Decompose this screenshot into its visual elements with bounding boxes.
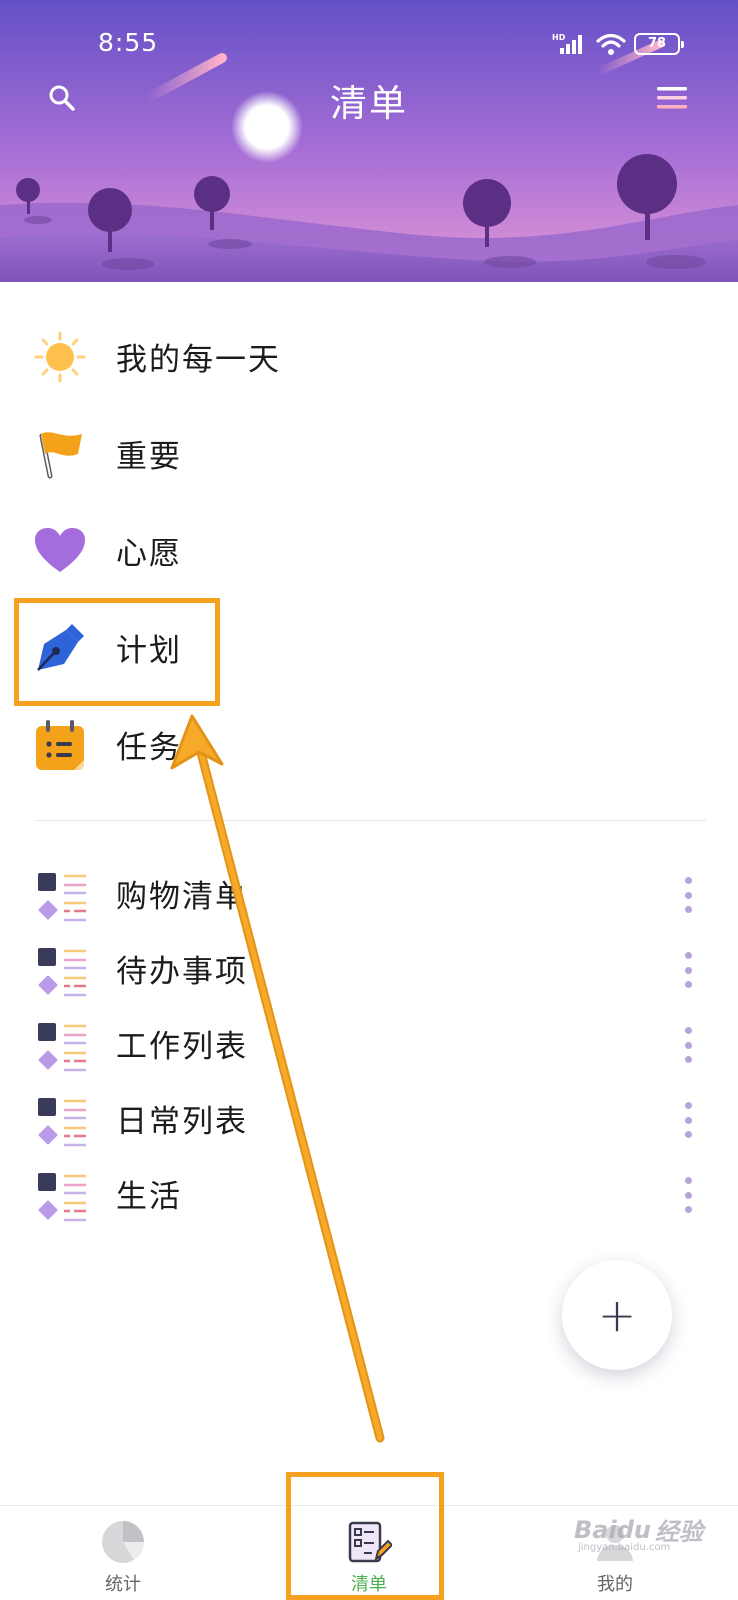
- highlight-box-plan: [14, 598, 220, 706]
- watermark: Baidu 经验 jingyan.baidu.com: [574, 1512, 703, 1554]
- watermark-brand: Baidu: [574, 1515, 651, 1544]
- watermark-sub: jingyan.baidu.com: [578, 1542, 671, 1553]
- annotation-arrow: [170, 714, 385, 1443]
- highlight-box-nav: [286, 1472, 444, 1600]
